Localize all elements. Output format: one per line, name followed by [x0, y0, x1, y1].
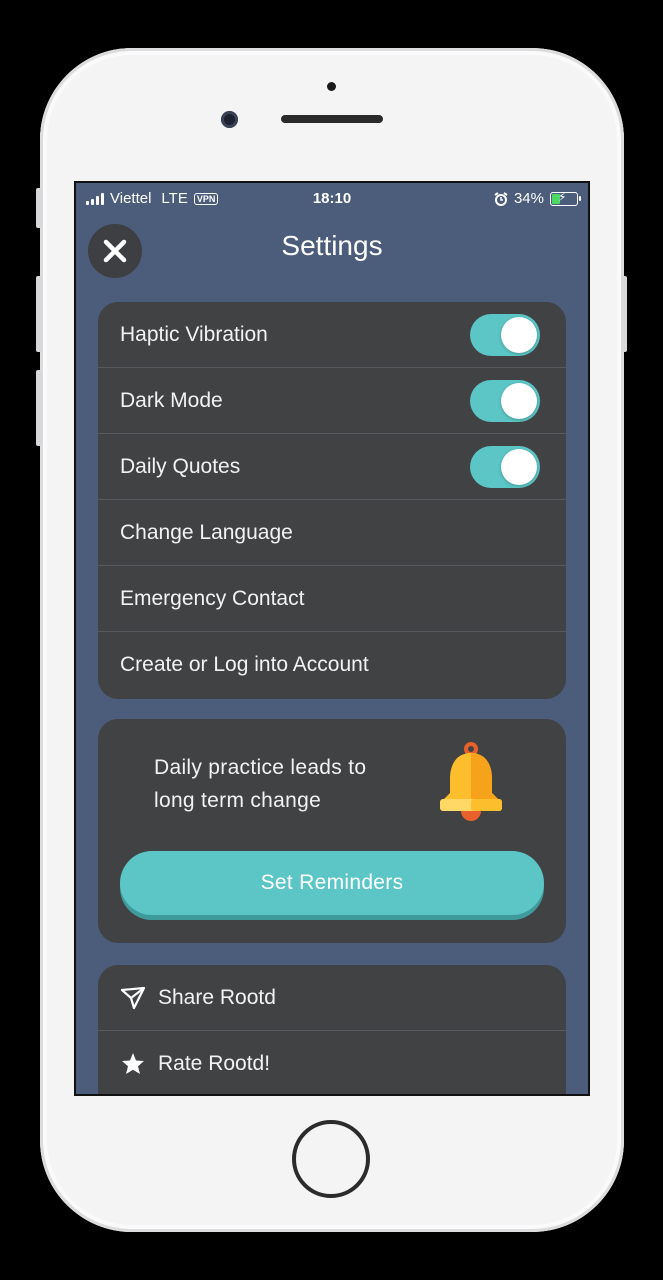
page-title: Settings — [281, 230, 383, 261]
daily-quotes-toggle[interactable] — [470, 445, 540, 488]
reminder-line-2: long term change — [154, 789, 322, 812]
app-screen: Viettel LTE VPN 18:10 34% ⚡ Settings Hap… — [74, 181, 590, 1096]
mute-switch — [36, 188, 42, 228]
haptic-vibration-toggle[interactable] — [470, 313, 540, 356]
settings-row-daily-quotes[interactable]: Daily Quotes — [98, 434, 566, 500]
battery-percent: 34% — [513, 190, 544, 207]
front-camera — [221, 111, 238, 128]
status-bar: Viettel LTE VPN 18:10 34% ⚡ — [76, 183, 588, 215]
alarm-icon — [494, 191, 508, 206]
settings-row-label: Dark Mode — [120, 388, 223, 412]
reminder-message: Daily practice leads to long term change — [154, 751, 414, 817]
home-button[interactable] — [292, 1120, 370, 1198]
bell-icon — [440, 742, 502, 821]
volume-down-button — [36, 370, 42, 446]
status-right: 34% ⚡ — [494, 189, 581, 207]
settings-row-account[interactable]: Create or Log into Account — [98, 632, 566, 698]
share-rootd-label: Share Rootd — [158, 985, 276, 1009]
charging-icon: ⚡ — [558, 189, 567, 204]
settings-row-dark-mode[interactable]: Dark Mode — [98, 368, 566, 434]
volume-up-button — [36, 276, 42, 352]
power-button — [621, 276, 627, 352]
settings-row-haptic-vibration[interactable]: Haptic Vibration — [98, 302, 566, 368]
set-reminders-button[interactable]: Set Reminders — [120, 851, 544, 915]
settings-row-label: Change Language — [120, 520, 293, 544]
proximity-sensor — [327, 82, 336, 91]
settings-row-label: Haptic Vibration — [120, 322, 268, 346]
rate-rootd-row[interactable]: Rate Rootd! — [98, 1031, 566, 1094]
star-icon — [120, 1052, 146, 1076]
settings-row-label: Create or Log into Account — [120, 653, 369, 676]
settings-row-label: Daily Quotes — [120, 454, 241, 478]
reminder-line-1: Daily practice leads to — [154, 756, 367, 779]
dark-mode-toggle[interactable] — [470, 379, 540, 422]
settings-card: Haptic Vibration Dark Mode Daily Quotes … — [98, 302, 566, 699]
earpiece-speaker — [281, 115, 383, 123]
settings-row-label: Emergency Contact — [120, 586, 305, 610]
settings-row-change-language[interactable]: Change Language — [98, 500, 566, 566]
share-card: Share Rootd Rate Rootd! — [98, 965, 566, 1094]
send-icon — [120, 986, 146, 1010]
settings-row-emergency-contact[interactable]: Emergency Contact — [98, 566, 566, 632]
battery-icon: ⚡ — [550, 189, 581, 206]
share-rootd-row[interactable]: Share Rootd — [98, 965, 566, 1031]
rate-rootd-label: Rate Rootd! — [158, 1052, 271, 1075]
reminder-card: Daily practice leads to long term change… — [98, 719, 566, 943]
